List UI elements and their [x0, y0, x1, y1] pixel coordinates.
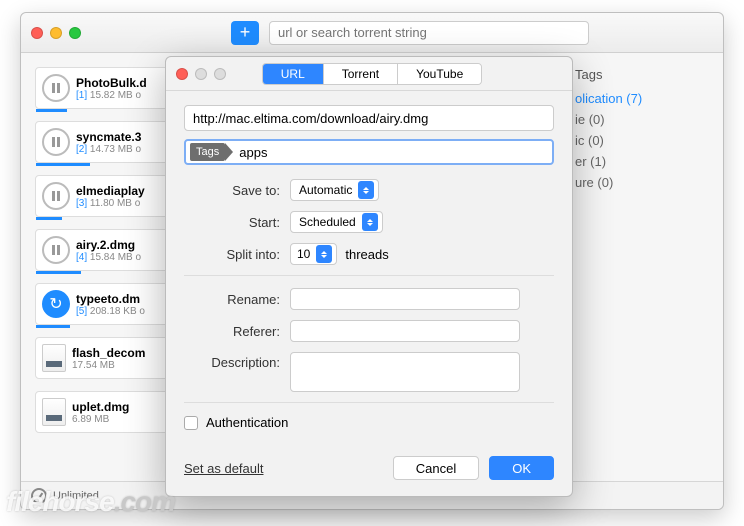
download-item[interactable]: ↻ typeeto.dm[5] 208.18 KB o	[35, 283, 179, 325]
download-meta: 17.54 MB	[72, 360, 172, 371]
download-meta: 6.89 MB	[72, 414, 172, 425]
download-item[interactable]: PhotoBulk.d[1] 15.82 MB o	[35, 67, 179, 109]
download-meta: [4] 15.84 MB o	[76, 252, 172, 263]
save-to-label: Save to:	[184, 183, 290, 198]
url-input[interactable]	[184, 105, 554, 131]
tags-input[interactable]	[225, 145, 552, 160]
progress-bar	[36, 109, 67, 112]
speed-gauge-icon[interactable]	[31, 488, 47, 504]
dialog-window-controls	[176, 68, 226, 80]
dialog-titlebar: URL Torrent YouTube	[166, 57, 572, 91]
dialog-close-icon[interactable]	[176, 68, 188, 80]
download-name: uplet.dmg	[72, 400, 172, 414]
search-input[interactable]	[269, 21, 589, 45]
tag-item[interactable]: ie (0)	[575, 109, 707, 130]
download-name: airy.2.dmg	[76, 238, 172, 252]
threads-label: threads	[345, 247, 388, 262]
minimize-window-icon[interactable]	[50, 27, 62, 39]
progress-bar	[36, 217, 62, 220]
divider	[184, 275, 554, 276]
auth-row[interactable]: Authentication	[184, 415, 554, 430]
progress-bar	[36, 271, 81, 274]
status-label: Unlimited	[53, 490, 99, 502]
tag-item[interactable]: ic (0)	[575, 130, 707, 151]
refresh-icon[interactable]: ↻	[42, 290, 70, 318]
download-item[interactable]: elmediaplay[3] 11.80 MB o	[35, 175, 179, 217]
download-meta: [5] 208.18 KB o	[76, 306, 172, 317]
close-window-icon[interactable]	[31, 27, 43, 39]
progress-bar	[36, 325, 70, 328]
rename-input[interactable]	[290, 288, 520, 310]
ok-button[interactable]: OK	[489, 456, 554, 480]
split-label: Split into:	[184, 247, 290, 262]
split-value: 10	[297, 247, 310, 261]
referer-input[interactable]	[290, 320, 520, 342]
download-name: typeeto.dm	[76, 292, 172, 306]
pause-icon[interactable]	[42, 236, 70, 264]
download-item[interactable]: uplet.dmg6.89 MB	[35, 391, 179, 433]
download-item[interactable]: airy.2.dmg[4] 15.84 MB o	[35, 229, 179, 271]
dialog-body: Tags Save to: Automatic Start: Scheduled…	[166, 91, 572, 456]
download-name: elmediaplay	[76, 184, 172, 198]
tab-youtube[interactable]: YouTube	[398, 64, 481, 84]
window-controls	[31, 27, 81, 39]
add-button[interactable]: +	[231, 21, 259, 45]
select-arrows-icon	[362, 213, 378, 231]
progress-bar	[36, 163, 90, 166]
download-item[interactable]: flash_decom17.54 MB	[35, 337, 179, 379]
save-to-select[interactable]: Automatic	[290, 179, 379, 201]
split-select[interactable]: 10	[290, 243, 337, 265]
dialog-zoom-icon	[214, 68, 226, 80]
download-meta: [3] 11.80 MB o	[76, 198, 172, 209]
start-select[interactable]: Scheduled	[290, 211, 383, 233]
add-download-dialog: URL Torrent YouTube Tags Save to: Automa…	[165, 56, 573, 497]
start-label: Start:	[184, 215, 290, 230]
tags-field[interactable]: Tags	[184, 139, 554, 165]
tab-torrent[interactable]: Torrent	[324, 64, 398, 84]
description-input[interactable]	[290, 352, 520, 392]
auth-label: Authentication	[206, 415, 288, 430]
download-name: PhotoBulk.d	[76, 76, 172, 90]
download-meta: [2] 14.73 MB o	[76, 144, 172, 155]
download-item[interactable]: syncmate.3[2] 14.73 MB o	[35, 121, 179, 163]
auth-checkbox[interactable]	[184, 416, 198, 430]
description-label: Description:	[184, 352, 290, 370]
doc-icon[interactable]	[42, 398, 66, 426]
cancel-button[interactable]: Cancel	[393, 456, 479, 480]
doc-icon[interactable]	[42, 344, 66, 372]
pause-icon[interactable]	[42, 128, 70, 156]
tag-item[interactable]: ure (0)	[575, 172, 707, 193]
pause-icon[interactable]	[42, 74, 70, 102]
download-name: syncmate.3	[76, 130, 172, 144]
download-name: flash_decom	[72, 346, 172, 360]
start-value: Scheduled	[299, 215, 356, 229]
tab-url[interactable]: URL	[263, 64, 324, 84]
dialog-footer: Set as default Cancel OK	[166, 456, 572, 496]
zoom-window-icon[interactable]	[69, 27, 81, 39]
tags-chip: Tags	[190, 143, 225, 161]
pause-icon[interactable]	[42, 182, 70, 210]
rename-label: Rename:	[184, 292, 290, 307]
save-to-value: Automatic	[299, 183, 352, 197]
dialog-minimize-icon	[195, 68, 207, 80]
select-arrows-icon	[316, 245, 332, 263]
tag-item[interactable]: er (1)	[575, 151, 707, 172]
tag-item[interactable]: olication (7)	[575, 88, 707, 109]
download-list: PhotoBulk.d[1] 15.82 MB o syncmate.3[2] 1…	[21, 53, 179, 481]
dialog-tabs: URL Torrent YouTube	[262, 63, 483, 85]
set-default-link[interactable]: Set as default	[184, 461, 264, 476]
titlebar: +	[21, 13, 723, 53]
divider	[184, 402, 554, 403]
download-meta: [1] 15.82 MB o	[76, 90, 172, 101]
select-arrows-icon	[358, 181, 374, 199]
referer-label: Referer:	[184, 324, 290, 339]
